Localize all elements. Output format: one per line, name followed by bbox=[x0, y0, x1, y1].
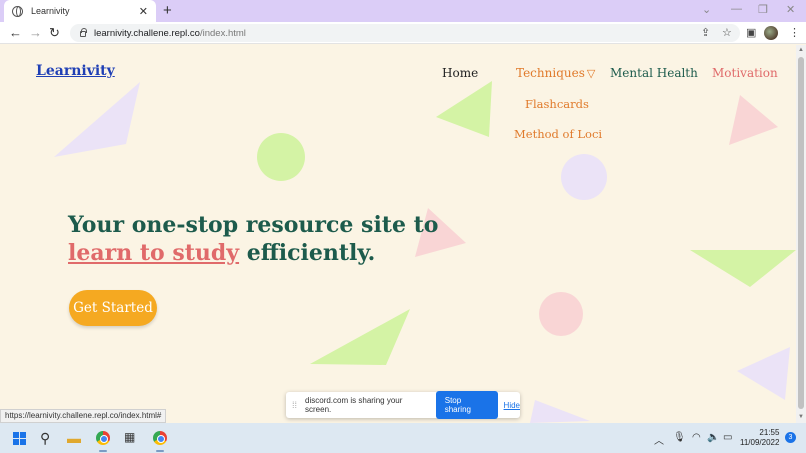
site-logo-link[interactable]: Learnivity bbox=[36, 63, 115, 79]
dropdown-triangle-icon: ▽ bbox=[586, 67, 596, 80]
wifi-icon[interactable]: ◠ bbox=[692, 432, 701, 443]
green-triangle bbox=[436, 81, 492, 137]
stop-sharing-button[interactable]: Stop sharing bbox=[435, 391, 498, 419]
close-tab-icon[interactable]: ✕ bbox=[139, 5, 148, 18]
battery-icon[interactable]: ▭ bbox=[723, 432, 732, 443]
clock[interactable]: 21:55 11/09/2022 bbox=[740, 428, 779, 448]
nav-techniques[interactable]: Techniques ▽ bbox=[516, 66, 595, 80]
back-icon[interactable]: ← bbox=[9, 25, 22, 40]
windows-start-icon[interactable] bbox=[13, 432, 26, 445]
dropdown-item-flashcards[interactable]: Flashcards bbox=[525, 97, 589, 111]
page-scrollbar[interactable]: ▲ ▼ bbox=[796, 45, 806, 423]
chevron-up-icon[interactable]: ︿ bbox=[654, 432, 664, 447]
volume-icon[interactable]: 🔈 bbox=[707, 432, 719, 443]
hero-heading-rest: efficiently. bbox=[239, 240, 376, 266]
green-triangle bbox=[690, 250, 796, 287]
url-host: learnivity.challene.repl.co bbox=[94, 27, 200, 39]
url-path: /index.html bbox=[199, 27, 246, 39]
minimize-icon[interactable]: — bbox=[731, 3, 742, 15]
web-page: Learnivity Home Techniques ▽ Mental Healt… bbox=[0, 45, 796, 423]
browser-toolbar: ← → ↻ learnivity.challene.repl.co/index.… bbox=[0, 22, 806, 44]
app-indicator bbox=[156, 450, 164, 452]
clock-date: 11/09/2022 bbox=[740, 438, 780, 447]
browser-tab[interactable]: Learnivity ✕ bbox=[4, 0, 156, 22]
nav-motivation[interactable]: Motivation bbox=[712, 66, 778, 80]
active-app-indicator bbox=[99, 450, 107, 452]
tab-strip: Learnivity ✕ + ⌄ — ❐ ✕ bbox=[0, 0, 806, 22]
restore-icon[interactable]: ❐ bbox=[758, 3, 768, 16]
microphone-icon[interactable]: 🎙 bbox=[673, 432, 686, 443]
notification-badge[interactable]: 3 bbox=[785, 432, 796, 443]
globe-icon bbox=[12, 5, 23, 17]
green-triangle bbox=[310, 309, 410, 365]
share-icon[interactable]: ⇪ bbox=[701, 26, 710, 39]
hide-link[interactable]: Hide bbox=[504, 401, 520, 410]
lock-icon bbox=[80, 28, 87, 37]
new-tab-button[interactable]: + bbox=[163, 2, 172, 19]
share-message: discord.com is sharing your screen. bbox=[305, 396, 403, 414]
pink-circle bbox=[539, 292, 583, 336]
screen-share-bar: ⁞⁞ discord.com is sharing your screen. S… bbox=[286, 391, 520, 419]
purple-circle bbox=[561, 154, 607, 200]
scroll-down-icon[interactable]: ▼ bbox=[798, 414, 804, 420]
forward-icon[interactable]: → bbox=[29, 25, 42, 40]
chrome-icon[interactable] bbox=[96, 431, 110, 445]
pink-triangle bbox=[729, 95, 778, 145]
hero-heading-line1: Your one-stop resource site to bbox=[68, 212, 439, 238]
reload-icon[interactable]: ↻ bbox=[49, 25, 60, 41]
search-icon[interactable]: ⚲ bbox=[40, 430, 50, 447]
address-bar[interactable]: learnivity.challene.repl.co/index.html bbox=[70, 24, 740, 42]
file-explorer-icon[interactable]: ▬ bbox=[67, 430, 81, 446]
nav-home[interactable]: Home bbox=[442, 66, 478, 80]
close-window-icon[interactable]: ✕ bbox=[786, 3, 795, 16]
side-panel-icon[interactable]: ▣ bbox=[746, 26, 756, 39]
get-started-button[interactable]: Get Started bbox=[69, 290, 157, 326]
clock-time: 21:55 bbox=[759, 428, 780, 437]
tab-search-icon[interactable]: ⌄ bbox=[702, 3, 711, 16]
chrome-profile-icon[interactable] bbox=[153, 431, 167, 445]
dropdown-item-method-of-loci[interactable]: Method of Loci bbox=[514, 127, 602, 141]
hero-heading-line2: learn to study efficiently. bbox=[68, 240, 375, 266]
menu-dots-icon[interactable]: ⋮ bbox=[789, 26, 800, 39]
tab-title: Learnivity bbox=[31, 6, 70, 16]
drag-handle-icon[interactable]: ⁞⁞ bbox=[292, 400, 297, 410]
taskbar: ⚲ ▬ ▦ ︿ 🎙 ◠ 🔈 ▭ 21:55 11/09/2022 3 bbox=[0, 423, 806, 453]
purple-triangle bbox=[530, 400, 590, 423]
status-link-preview: https://learnivity.challene.repl.co/inde… bbox=[0, 409, 167, 423]
nav-mental-health[interactable]: Mental Health bbox=[610, 66, 698, 80]
nav-techniques-label: Techniques bbox=[516, 66, 585, 80]
calculator-icon[interactable]: ▦ bbox=[124, 430, 135, 444]
scroll-up-icon[interactable]: ▲ bbox=[798, 47, 804, 53]
profile-avatar[interactable] bbox=[764, 26, 778, 40]
bookmark-star-icon[interactable]: ☆ bbox=[722, 26, 732, 39]
scrollbar-thumb[interactable] bbox=[798, 57, 804, 409]
purple-triangle bbox=[54, 82, 140, 157]
purple-triangle bbox=[737, 347, 790, 400]
hero-highlight-link[interactable]: learn to study bbox=[68, 240, 239, 266]
green-circle bbox=[257, 133, 305, 181]
